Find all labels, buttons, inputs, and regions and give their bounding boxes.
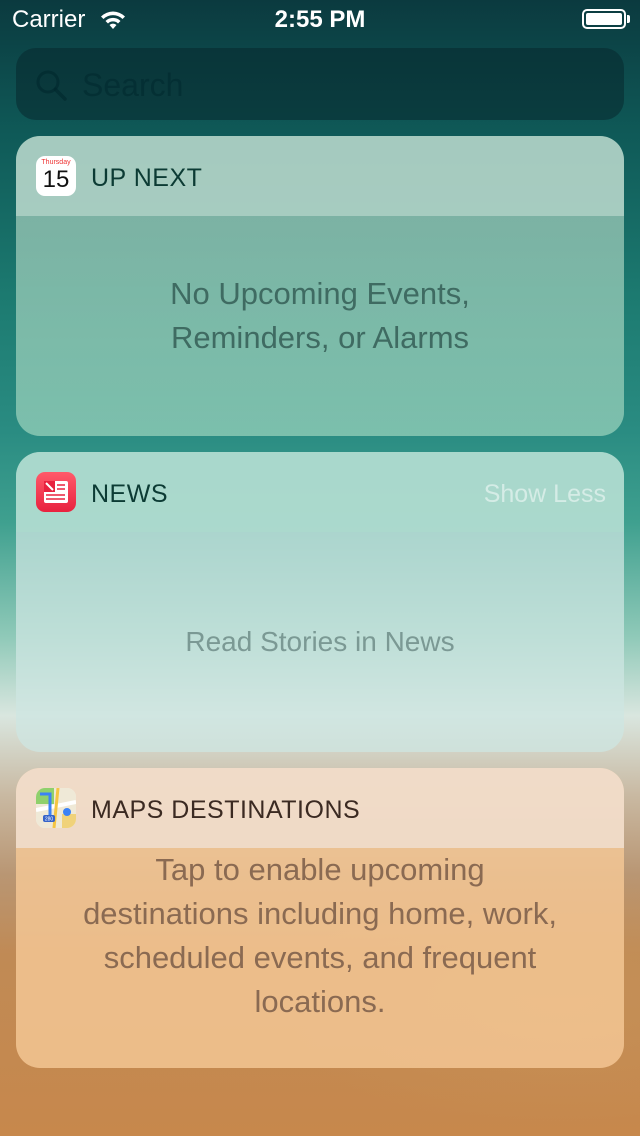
news-widget[interactable]: NEWS Show Less Read Stories in News xyxy=(16,452,624,752)
battery-tip xyxy=(627,15,630,23)
maps-message: Tap to enable upcoming destinations incl… xyxy=(83,852,557,1019)
maps-icon: 280 xyxy=(36,788,76,828)
up-next-message: No Upcoming Events, Reminders, or Alarms xyxy=(170,276,470,355)
search-input[interactable] xyxy=(80,62,604,108)
up-next-body: No Upcoming Events, Reminders, or Alarms xyxy=(16,216,624,436)
clock: 2:55 PM xyxy=(274,6,366,33)
calendar-icon: Thursday 15 xyxy=(36,156,76,196)
up-next-header[interactable]: Thursday 15 UP NEXT xyxy=(16,136,624,216)
news-message: Read Stories in News xyxy=(185,626,455,657)
status-bar: Carrier 2:55 PM xyxy=(0,0,640,40)
news-title: NEWS xyxy=(91,480,168,508)
maps-badge-label: 280 xyxy=(45,817,54,823)
battery-icon xyxy=(582,9,626,29)
up-next-title: UP NEXT xyxy=(91,164,203,192)
maps-title: MAPS DESTINATIONS xyxy=(91,796,361,824)
news-header[interactable]: NEWS Show Less xyxy=(16,452,624,532)
maps-destinations-widget[interactable]: 280 MAPS DESTINATIONS Tap to enable upco… xyxy=(16,768,624,1068)
search-icon xyxy=(36,70,67,101)
search-bar[interactable] xyxy=(16,48,624,120)
maps-body[interactable]: Tap to enable upcoming destinations incl… xyxy=(16,848,624,1068)
up-next-widget[interactable]: Thursday 15 UP NEXT No Upcoming Events, … xyxy=(16,136,624,436)
maps-header[interactable]: 280 MAPS DESTINATIONS xyxy=(16,768,624,848)
show-less-button[interactable]: Show Less xyxy=(484,480,606,509)
calendar-date-label: 15 xyxy=(42,166,70,193)
news-body[interactable]: Read Stories in News xyxy=(16,532,624,752)
news-icon xyxy=(36,472,76,512)
